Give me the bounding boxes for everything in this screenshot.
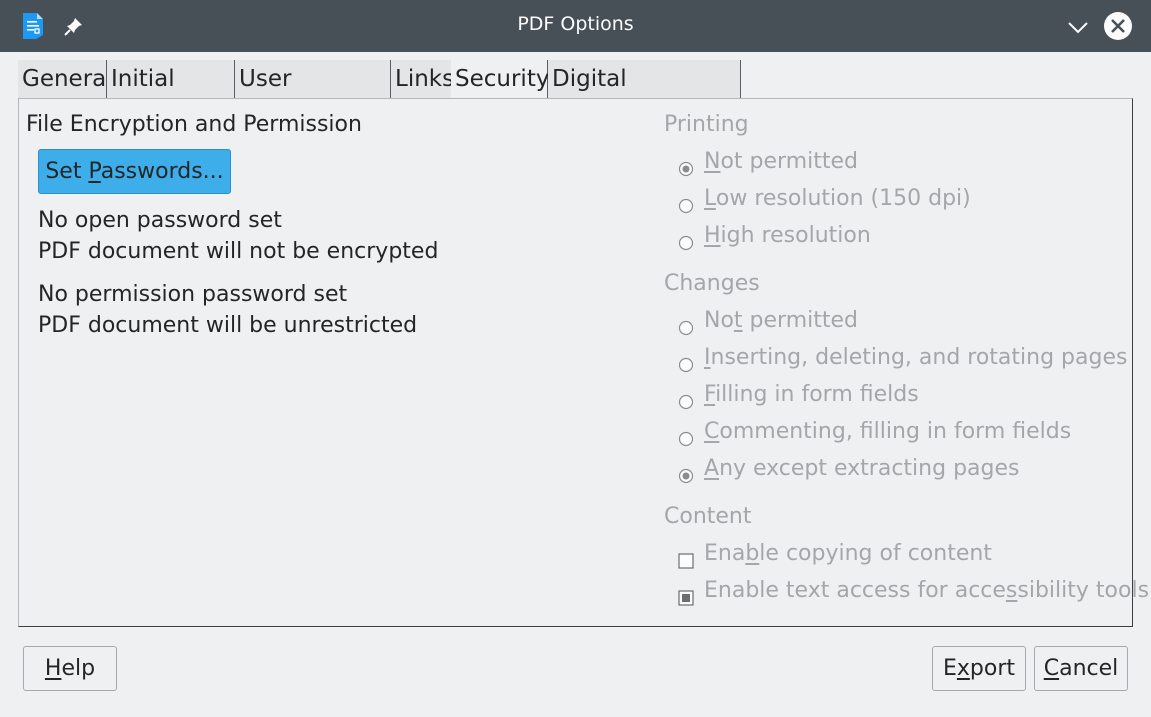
radio-unselected-icon[interactable]: [678, 357, 694, 373]
window-title: PDF Options: [517, 13, 634, 35]
radio-selected-icon[interactable]: [678, 161, 694, 177]
tab-initial-view[interactable]: Initial View: [107, 60, 235, 130]
help-button[interactable]: Help: [23, 646, 117, 691]
permission-password-status: No permission password set: [38, 282, 348, 307]
tab-general[interactable]: General: [18, 60, 113, 98]
radio-selected-icon[interactable]: [678, 468, 694, 484]
tab-digital-signatures[interactable]: Digital Signatures: [548, 60, 741, 130]
set-passwords-button[interactable]: Set Passwords...: [38, 149, 231, 194]
content-option-label[interactable]: Enable copying of content: [704, 541, 992, 566]
changes-option-label[interactable]: Filling in form fields: [704, 382, 919, 407]
tab-user-interface[interactable]: User Interface: [235, 60, 391, 130]
checkbox-unchecked-icon[interactable]: [678, 553, 694, 569]
export-button[interactable]: Export: [932, 646, 1026, 691]
pin-icon[interactable]: [63, 15, 85, 37]
printing-option-label[interactable]: Low resolution (150 dpi): [704, 186, 971, 211]
changes-option-label[interactable]: Commenting, filling in form fields: [704, 419, 1071, 444]
tab-links[interactable]: Links: [391, 60, 454, 98]
printing-heading: Printing: [664, 112, 749, 137]
printing-option-label[interactable]: Not permitted: [704, 149, 858, 174]
content-option-label[interactable]: Enable text access for accessibility too…: [704, 578, 1149, 603]
radio-unselected-icon[interactable]: [678, 320, 694, 336]
radio-unselected-icon[interactable]: [678, 394, 694, 410]
tab-security[interactable]: Security: [451, 60, 549, 100]
radio-unselected-icon[interactable]: [678, 198, 694, 214]
open-password-status: No open password set: [38, 208, 282, 233]
radio-unselected-icon[interactable]: [678, 235, 694, 251]
restriction-status: PDF document will be unrestricted: [38, 313, 418, 338]
changes-option-label[interactable]: Any except extracting pages: [704, 456, 1019, 481]
close-icon[interactable]: [1103, 11, 1133, 41]
content-heading: Content: [664, 504, 752, 529]
changes-option-label[interactable]: Inserting, deleting, and rotating pages: [704, 345, 1127, 370]
chevron-down-icon[interactable]: [1066, 16, 1090, 38]
radio-unselected-icon[interactable]: [678, 431, 694, 447]
encryption-heading: File Encryption and Permission: [26, 112, 362, 137]
changes-option-label[interactable]: Not permitted: [704, 308, 858, 333]
encryption-status: PDF document will not be encrypted: [38, 239, 439, 264]
document-icon[interactable]: [22, 12, 44, 40]
checkbox-checked-icon[interactable]: [678, 590, 694, 606]
title-bar: PDF Options: [0, 0, 1151, 52]
changes-heading: Changes: [664, 271, 760, 296]
cancel-button[interactable]: Cancel: [1034, 646, 1128, 691]
printing-option-label[interactable]: High resolution: [704, 223, 871, 248]
